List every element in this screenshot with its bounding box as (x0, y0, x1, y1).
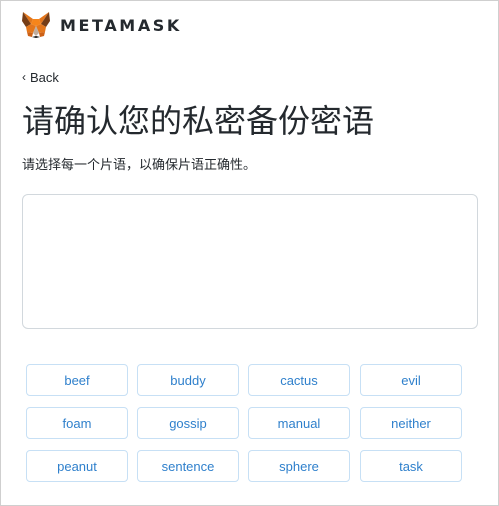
back-button[interactable]: ‹ Back (22, 67, 59, 87)
word-button[interactable]: cactus (248, 364, 350, 396)
metamask-fox-icon (22, 12, 50, 38)
page-title: 请确认您的私密备份密语 (22, 102, 375, 140)
word-button[interactable]: foam (26, 407, 128, 439)
word-button[interactable]: peanut (26, 450, 128, 482)
word-button[interactable]: beef (26, 364, 128, 396)
word-button[interactable]: evil (360, 364, 462, 396)
word-button[interactable]: buddy (137, 364, 239, 396)
brand-name: METAMASK (60, 15, 182, 35)
word-button[interactable]: manual (248, 407, 350, 439)
word-button[interactable]: neither (360, 407, 462, 439)
word-button[interactable]: sentence (137, 450, 239, 482)
back-label: Back (30, 69, 59, 85)
word-button[interactable]: sphere (248, 450, 350, 482)
app-header: METAMASK (21, 10, 182, 40)
page-subtitle: 请选择每一个片语，以确保片语正确性。 (22, 158, 257, 173)
word-button[interactable]: task (360, 450, 462, 482)
chevron-left-icon: ‹ (22, 70, 26, 84)
selected-words-area[interactable] (22, 194, 478, 329)
word-button[interactable]: gossip (137, 407, 239, 439)
